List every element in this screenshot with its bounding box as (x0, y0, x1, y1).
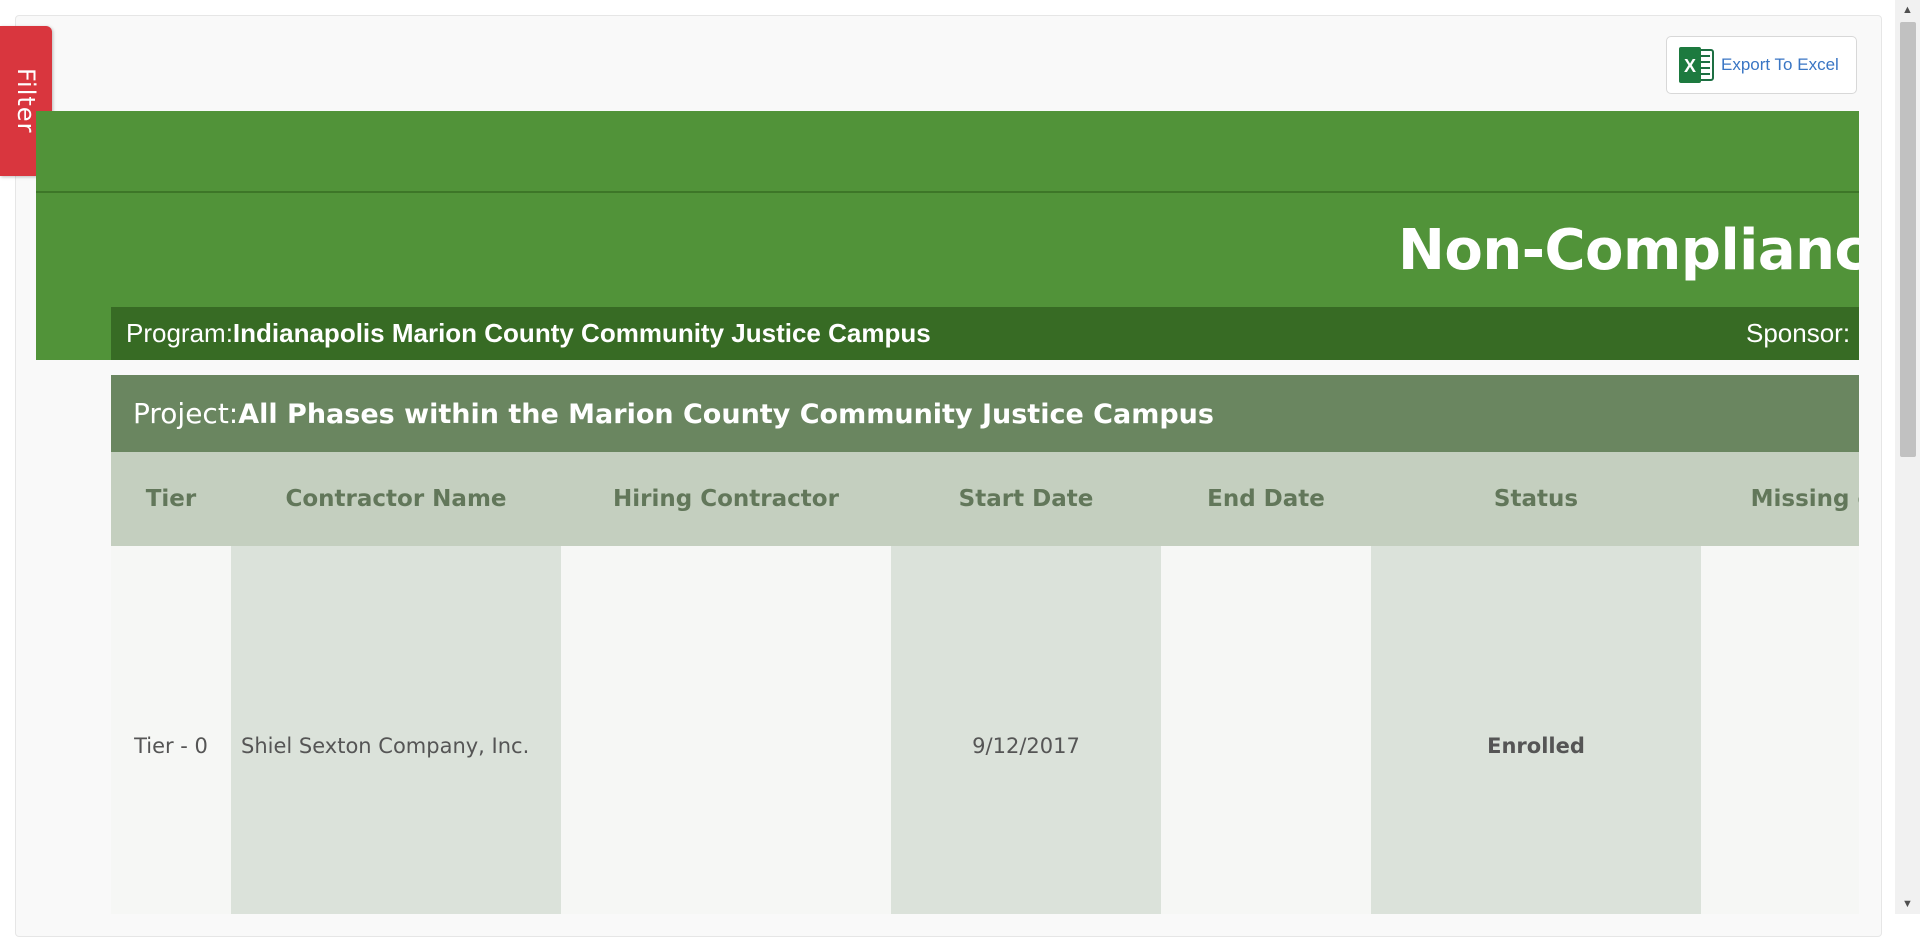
table-header-row: Tier Contractor Name Hiring Contractor S… (111, 452, 1859, 546)
column-header-missing: Missing or U (1701, 452, 1859, 546)
export-label: Export To Excel (1721, 55, 1839, 74)
program-label: Program: (126, 318, 233, 348)
scrollbar-thumb[interactable] (1900, 22, 1916, 457)
excel-icon: X (1679, 47, 1714, 83)
cell-missing (1701, 546, 1859, 914)
cell-contractor-name: Shiel Sexton Company, Inc. (231, 546, 561, 914)
program-value: Indianapolis Marion County Community Jus… (232, 318, 931, 348)
cell-end-date (1161, 546, 1371, 914)
cell-start-date: 9/12/2017 (891, 546, 1161, 914)
cell-tier: Tier - 0 (111, 546, 231, 914)
compliance-table-wrapper: Tier Contractor Name Hiring Contractor S… (111, 452, 1859, 914)
cell-hiring-contractor (561, 546, 891, 914)
project-label: Project: (133, 397, 239, 430)
svg-text:X: X (1684, 56, 1696, 76)
export-to-excel-button[interactable]: X Export To Excel (1666, 36, 1857, 94)
scroll-up-arrow-icon[interactable]: ▲ (1895, 0, 1920, 20)
scroll-down-arrow-icon[interactable]: ▼ (1895, 894, 1920, 914)
vertical-scrollbar[interactable]: ▲ ▼ (1895, 0, 1920, 914)
project-line: Project:All Phases within the Marion Cou… (133, 397, 1214, 430)
program-line: Program:Indianapolis Marion County Commu… (126, 318, 931, 349)
column-header-tier: Tier (111, 452, 231, 546)
report-banner-top (36, 111, 1859, 193)
column-header-hiring-contractor: Hiring Contractor (561, 452, 891, 546)
column-header-contractor-name: Contractor Name (231, 452, 561, 546)
cell-status: Enrolled (1371, 546, 1701, 914)
sponsor-label: Sponsor: (1746, 318, 1851, 348)
column-header-start-date: Start Date (891, 452, 1161, 546)
table-row: Tier - 0 Shiel Sexton Company, Inc. 9/12… (111, 546, 1859, 914)
column-header-status: Status (1371, 452, 1701, 546)
report-title: Non-Compliance (1398, 218, 1859, 283)
column-header-end-date: End Date (1161, 452, 1371, 546)
compliance-table: Tier Contractor Name Hiring Contractor S… (111, 452, 1859, 914)
project-value: All Phases within the Marion County Comm… (238, 399, 1214, 430)
program-bar: Program:Indianapolis Marion County Commu… (111, 307, 1859, 360)
project-bar: Project:All Phases within the Marion Cou… (111, 375, 1859, 452)
